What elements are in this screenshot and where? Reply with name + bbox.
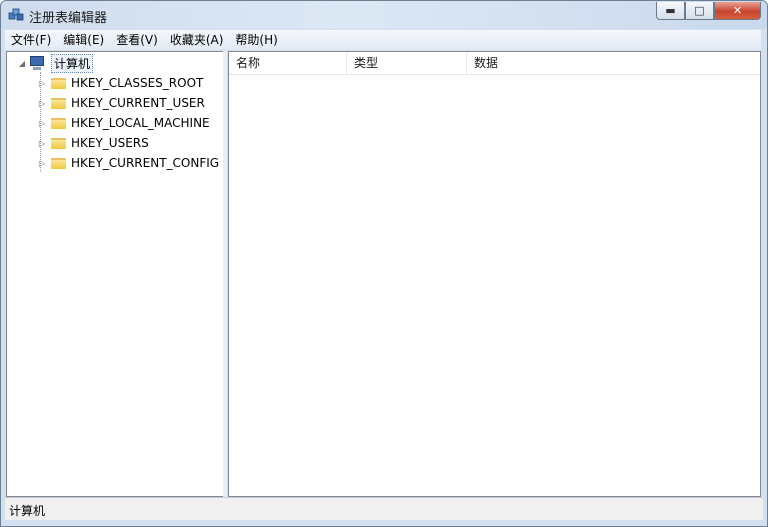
tree-item-label: HKEY_CURRENT_USER — [71, 96, 205, 110]
registry-tree[interactable]: ◢ 计算机 ▷ HKEY_CLASSES_ROOT ▷ HKEY_CURRENT… — [6, 51, 224, 497]
menu-favorites[interactable]: 收藏夹(A) — [164, 30, 230, 50]
status-text: 计算机 — [9, 504, 46, 518]
tree-item-hkey-users[interactable]: ▷ HKEY_USERS — [37, 134, 149, 152]
tree-item-label: HKEY_LOCAL_MACHINE — [71, 116, 210, 130]
menu-help[interactable]: 帮助(H) — [229, 30, 283, 50]
minimize-icon: ▬ — [665, 4, 676, 17]
folder-icon — [51, 77, 66, 89]
menu-view[interactable]: 查看(V) — [110, 30, 164, 50]
header-divider — [229, 74, 760, 75]
tree-item-computer[interactable]: ◢ 计算机 — [17, 53, 94, 73]
expand-icon[interactable]: ▷ — [37, 139, 47, 148]
tree-item-label: HKEY_CURRENT_CONFIG — [71, 156, 220, 170]
status-bar: 计算机 — [5, 497, 763, 520]
tree-item-hkey-classes-root[interactable]: ▷ HKEY_CLASSES_ROOT — [37, 74, 203, 92]
values-list[interactable]: 名称 类型 数据 — [228, 51, 761, 497]
expand-icon[interactable]: ▷ — [37, 119, 47, 128]
registry-editor-window: 注册表编辑器 ▬ □ ✕ 文件(F) 编辑(E) 查看(V) 收藏夹(A) 帮助… — [0, 0, 768, 527]
column-header-data[interactable]: 数据 — [467, 52, 760, 74]
expand-icon[interactable]: ▷ — [37, 159, 47, 168]
window-title: 注册表编辑器 — [29, 11, 108, 26]
folder-icon — [51, 117, 66, 129]
tree-item-hkey-current-config[interactable]: ▷ HKEY_CURRENT_CONFIG — [37, 154, 219, 172]
folder-icon — [51, 97, 66, 109]
tree-item-hkey-local-machine[interactable]: ▷ HKEY_LOCAL_MACHINE — [37, 114, 210, 132]
folder-icon — [51, 137, 66, 149]
maximize-button[interactable]: □ — [685, 2, 714, 20]
title-bar[interactable]: 注册表编辑器 ▬ □ ✕ — [1, 1, 767, 29]
regedit-icon — [8, 8, 24, 21]
menu-edit[interactable]: 编辑(E) — [57, 30, 110, 50]
menu-bar: 文件(F) 编辑(E) 查看(V) 收藏夹(A) 帮助(H) — [5, 30, 761, 50]
column-header-type[interactable]: 类型 — [347, 52, 467, 74]
expand-icon[interactable]: ▷ — [37, 99, 47, 108]
collapse-icon[interactable]: ◢ — [17, 59, 27, 68]
close-icon: ✕ — [732, 4, 743, 17]
tree-item-label: HKEY_CLASSES_ROOT — [71, 76, 204, 90]
tree-item-label: 计算机 — [51, 53, 94, 73]
menu-file[interactable]: 文件(F) — [5, 30, 57, 50]
maximize-icon: □ — [694, 4, 705, 17]
folder-icon — [51, 157, 66, 169]
caption-buttons: ▬ □ ✕ — [656, 2, 761, 20]
expand-icon[interactable]: ▷ — [37, 79, 47, 88]
tree-item-label: HKEY_USERS — [71, 136, 149, 150]
tree-item-hkey-current-user[interactable]: ▷ HKEY_CURRENT_USER — [37, 94, 205, 112]
close-button[interactable]: ✕ — [714, 2, 761, 20]
minimize-button[interactable]: ▬ — [656, 2, 685, 20]
column-header-name[interactable]: 名称 — [229, 52, 347, 74]
pane-splitter[interactable] — [223, 51, 227, 497]
computer-icon — [29, 56, 47, 70]
